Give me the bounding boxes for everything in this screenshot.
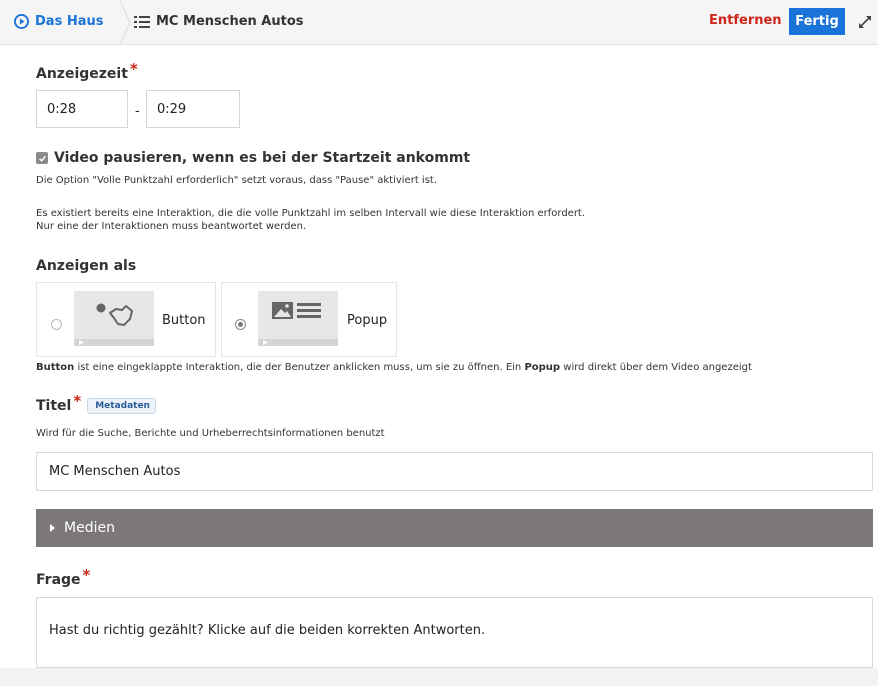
display-as-explanation: Button ist eine eingeklappte Interaktion… [36, 362, 752, 373]
display-as-button-label: Button [162, 313, 206, 328]
title-description: Wird für die Suche, Berichte und Urheber… [36, 428, 385, 439]
title-label: Titel * Metadaten [36, 392, 156, 416]
pause-checkbox[interactable] [36, 152, 48, 164]
pause-note: Die Option "Volle Punktzahl erforderlich… [36, 175, 438, 186]
editor-topbar: Das Haus MC Menschen Autos Entfernen Fer… [0, 0, 878, 45]
media-label: Medien [64, 520, 115, 536]
required-mark: * [129, 60, 138, 78]
required-mark: * [82, 566, 91, 584]
breadcrumb-current: MC Menschen Autos [134, 14, 304, 29]
display-as-option-popup[interactable]: Popup [221, 282, 397, 357]
time-separator: - [135, 104, 140, 119]
pause-checkbox-row[interactable]: Video pausieren, wenn es bei der Startze… [36, 150, 470, 166]
explain-popup-term: Popup [524, 362, 561, 373]
media-collapsible[interactable]: Medien [36, 509, 873, 547]
display-time-label-text: Anzeigezeit [36, 66, 128, 82]
caret-right-icon [50, 524, 55, 532]
pause-checkbox-label: Video pausieren, wenn es bei der Startze… [54, 150, 471, 166]
metadata-tag[interactable]: Metadaten [87, 398, 156, 414]
explain-end-text: wird direkt über dem Video angezeigt [560, 362, 752, 373]
display-as-option-button[interactable]: Button [36, 282, 216, 357]
checkmark-icon [38, 155, 46, 162]
question-label-text: Frage [36, 572, 81, 588]
play-circle-icon [14, 14, 29, 29]
question-text: Hast du richtig gezählt? Klicke auf die … [49, 623, 486, 638]
fullscreen-expand-icon[interactable] [857, 14, 873, 30]
popup-interaction-icon [258, 291, 338, 346]
question-label: Frage * [36, 566, 90, 588]
list-icon [134, 15, 150, 28]
interval-warning-line-2: Nur eine der Interaktionen muss beantwor… [36, 221, 307, 232]
breadcrumb-separator-icon [119, 0, 131, 45]
breadcrumb-current-label: MC Menschen Autos [156, 14, 304, 29]
bottom-edge [0, 668, 878, 686]
required-mark: * [73, 392, 82, 410]
breadcrumb-home-label: Das Haus [35, 14, 104, 29]
button-interaction-icon [74, 291, 154, 346]
interval-warning-line-1: Es existiert bereits eine Interaktion, d… [36, 208, 586, 219]
display-time-label: Anzeigezeit * [36, 60, 138, 82]
title-label-text: Titel [36, 398, 72, 414]
display-as-popup-label: Popup [347, 313, 388, 328]
display-as-label: Anzeigen als [36, 258, 137, 274]
breadcrumb-home[interactable]: Das Haus [14, 14, 103, 29]
display-as-popup-radio[interactable] [235, 319, 246, 330]
start-time-input[interactable] [36, 90, 128, 128]
title-input[interactable] [36, 452, 873, 491]
remove-button[interactable]: Entfernen [709, 13, 782, 28]
end-time-input[interactable] [146, 90, 240, 128]
explain-mid-text: ist eine eingeklappte Interaktion, die d… [74, 362, 525, 373]
explain-button-term: Button [36, 362, 75, 373]
question-textarea[interactable]: Hast du richtig gezählt? Klicke auf die … [36, 597, 873, 668]
display-as-button-radio[interactable] [51, 319, 62, 330]
done-button[interactable]: Fertig [789, 8, 845, 35]
